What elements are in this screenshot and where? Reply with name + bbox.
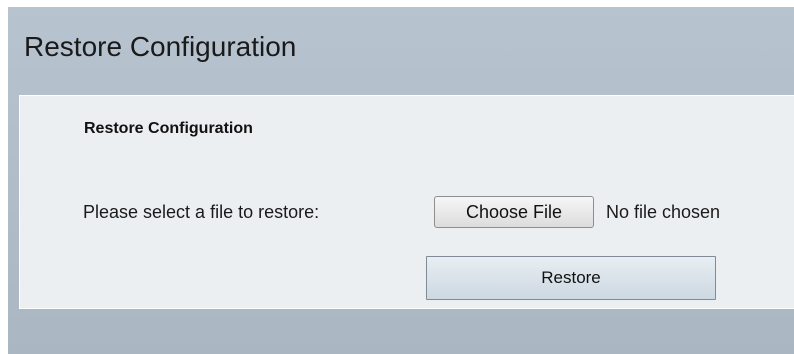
content-frame: Restore Configuration Restore Configurat… (8, 7, 794, 354)
file-select-label: Please select a file to restore: (83, 202, 320, 222)
page-title: Restore Configuration (24, 31, 297, 62)
section-title: Restore Configuration (84, 120, 253, 137)
file-status-text: No file chosen (606, 202, 721, 222)
choose-file-button[interactable]: Choose File (434, 196, 594, 228)
restore-configuration-panel: Restore Configuration Please select a fi… (19, 95, 794, 309)
restore-button[interactable]: Restore (426, 256, 716, 300)
